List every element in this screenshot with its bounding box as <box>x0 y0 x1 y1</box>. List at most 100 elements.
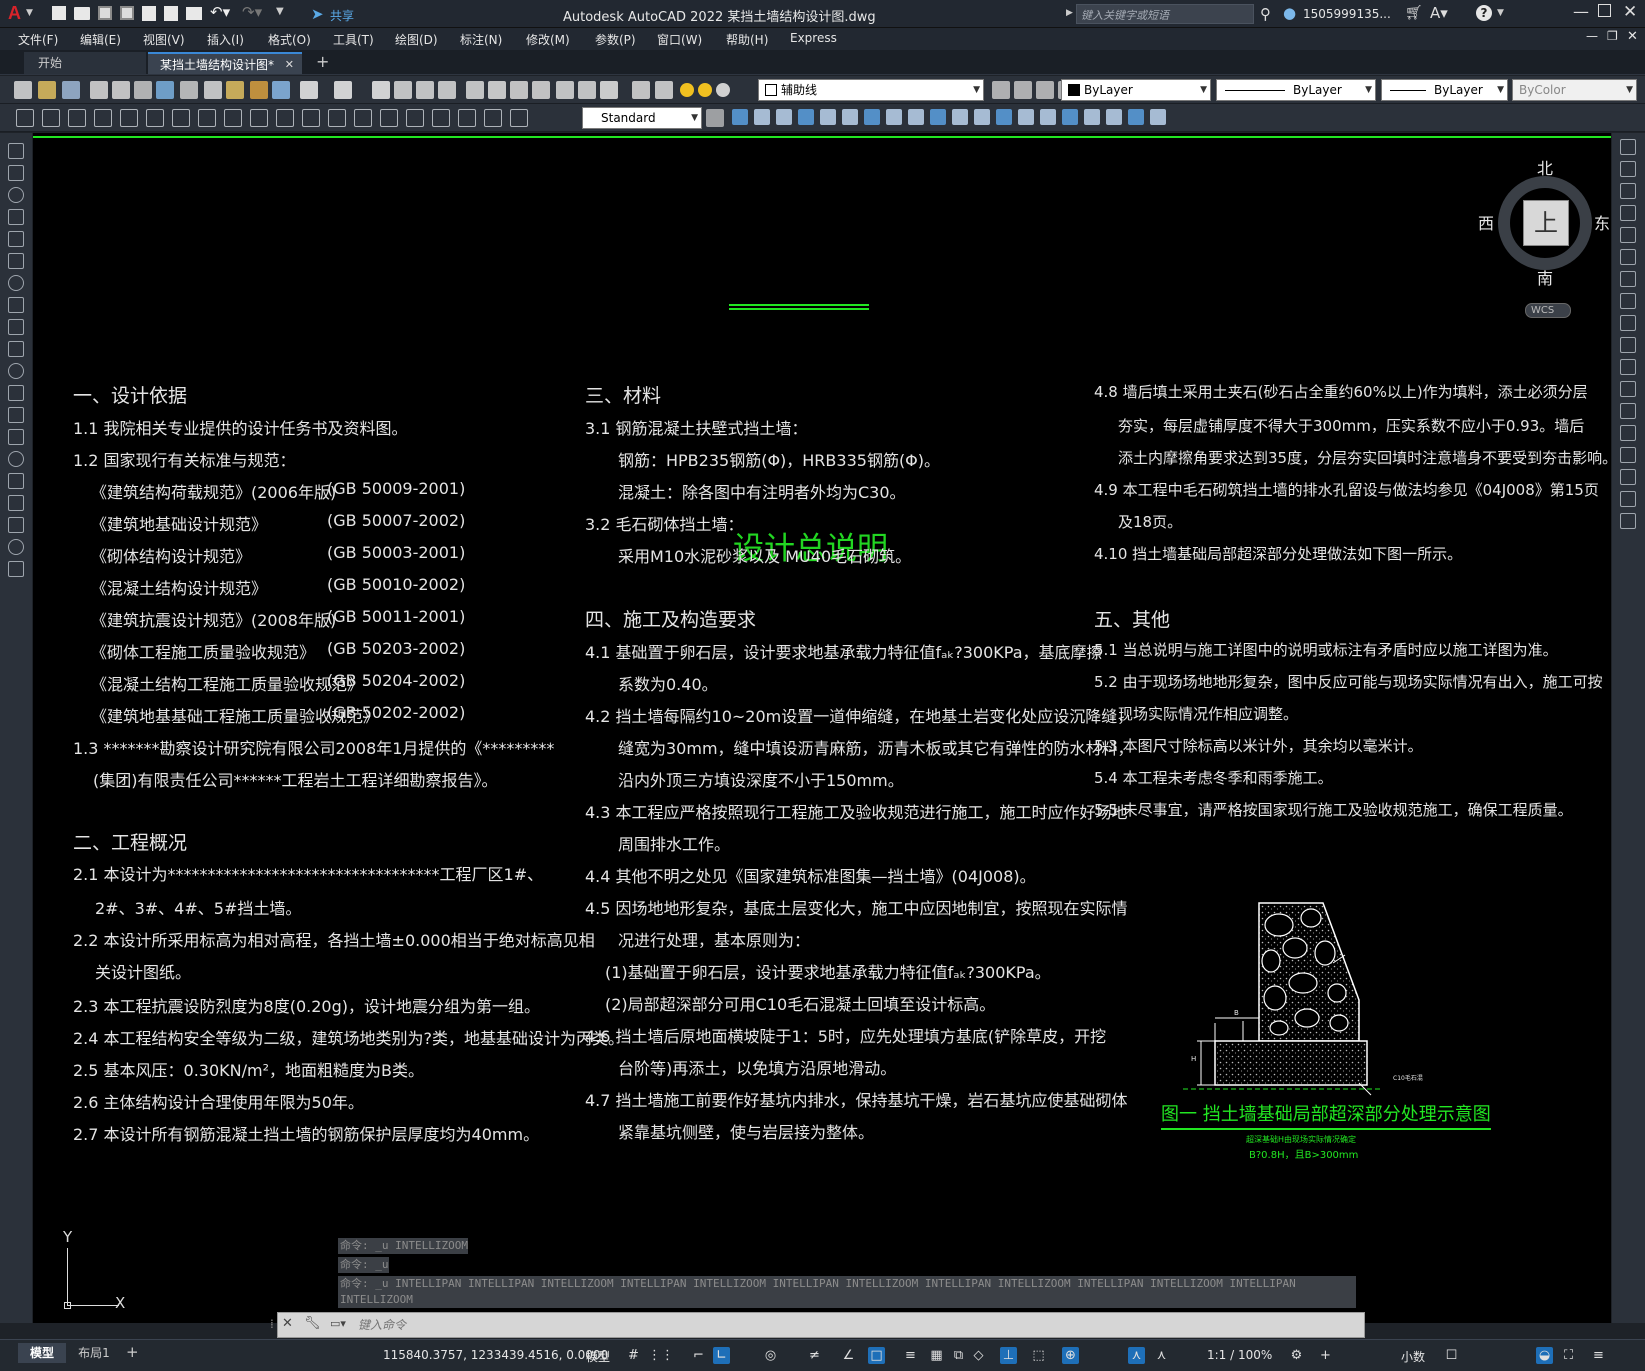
gizmo-icon[interactable]: ⊕ <box>1062 1347 1079 1364</box>
layer-properties-icon[interactable] <box>632 81 650 99</box>
loft-icon[interactable] <box>952 109 968 125</box>
move-icon[interactable] <box>1620 249 1636 265</box>
lineweight-icon[interactable]: ≡ <box>902 1347 919 1364</box>
presspull-icon[interactable] <box>974 109 990 125</box>
menu-help[interactable]: 帮助(H) <box>726 31 768 48</box>
array-icon[interactable] <box>1620 227 1636 243</box>
union-icon[interactable] <box>996 109 1012 125</box>
color-dropdown[interactable]: ByLayer ▼ <box>1061 79 1211 101</box>
viewcube-east[interactable]: 东 <box>1594 210 1610 234</box>
3d-cone-icon[interactable] <box>798 109 814 125</box>
infer-icon[interactable]: ⌐ <box>690 1347 707 1364</box>
intersect-icon[interactable] <box>1040 109 1056 125</box>
viewcube[interactable]: 上 北 南 东 西 WCS <box>1463 148 1610 318</box>
extend-icon[interactable] <box>1620 359 1636 375</box>
workspace-icon[interactable]: ⚙ <box>1288 1347 1305 1364</box>
design-center-icon[interactable] <box>488 81 506 99</box>
ortho-icon[interactable]: ∟ <box>713 1347 730 1364</box>
blend-curves-icon[interactable] <box>1620 491 1636 507</box>
inspection-icon[interactable] <box>406 109 424 127</box>
dim-ordinate-icon[interactable] <box>94 109 112 127</box>
open-file-icon[interactable] <box>74 7 90 20</box>
extrude-icon[interactable] <box>886 109 902 125</box>
block-editor-icon[interactable] <box>272 81 290 99</box>
chamfer-icon[interactable] <box>1620 447 1636 463</box>
tab-start[interactable]: 开始 <box>24 52 146 74</box>
polyline-icon[interactable] <box>8 187 24 203</box>
autodesk-app-icon[interactable]: A▾ <box>1430 4 1448 22</box>
add-selected-icon[interactable] <box>8 561 24 577</box>
paste-icon[interactable] <box>226 81 244 99</box>
model-space-toggle[interactable]: 模型 <box>586 1348 610 1365</box>
doc-restore-icon[interactable]: ❐ <box>1607 29 1618 43</box>
open-icon[interactable] <box>38 81 56 99</box>
selection-filter-icon[interactable]: ⬚ <box>1030 1347 1047 1364</box>
qnew-icon[interactable] <box>14 81 32 99</box>
quick-dim-icon[interactable] <box>224 109 242 127</box>
insert-block-icon[interactable] <box>8 385 24 401</box>
zoom-window-icon[interactable] <box>416 81 434 99</box>
dynamic-ucs-icon[interactable]: ⊥ <box>1000 1347 1017 1364</box>
plot-preview-icon[interactable] <box>112 81 130 99</box>
tab-close-icon[interactable]: ✕ <box>285 54 294 76</box>
customize-icon[interactable]: ≡ <box>1590 1347 1607 1364</box>
command-close-icon[interactable]: ✕ <box>282 1316 293 1331</box>
flatshot-icon[interactable] <box>1106 109 1122 125</box>
gradient-icon[interactable] <box>8 473 24 489</box>
dim-arc-icon[interactable] <box>68 109 86 127</box>
menu-tools[interactable]: 工具(T) <box>333 31 374 48</box>
menu-format[interactable]: 格式(O) <box>268 31 311 48</box>
dim-text-edit-icon[interactable] <box>484 109 502 127</box>
viewcube-south[interactable]: 南 <box>1537 265 1553 289</box>
wcs-menu[interactable]: WCS <box>1525 303 1571 318</box>
layer-freeze-icon[interactable] <box>698 83 712 97</box>
tab-layout1[interactable]: 布局1 <box>70 1343 118 1363</box>
units-dropdown[interactable]: 小数 <box>1401 1348 1425 1365</box>
annotation-visibility-icon[interactable]: ⋏ <box>1128 1347 1145 1364</box>
plot-icon[interactable] <box>90 81 108 99</box>
menu-dimension[interactable]: 标注(N) <box>460 31 502 48</box>
isodraft-icon[interactable]: ≠ <box>806 1347 823 1364</box>
plus-icon[interactable]: + <box>1317 1347 1334 1364</box>
rotate-icon[interactable] <box>1620 271 1636 287</box>
clean-screen-icon[interactable]: ⛶ <box>1560 1347 1577 1364</box>
rectangle-icon[interactable] <box>8 231 24 247</box>
section-plane-icon[interactable] <box>1084 109 1100 125</box>
explode-icon[interactable] <box>1620 513 1636 529</box>
markup-icon[interactable] <box>556 81 574 99</box>
dim-update-icon[interactable] <box>510 109 528 127</box>
plot-icon[interactable] <box>186 7 202 20</box>
viewcube-west[interactable]: 西 <box>1478 210 1494 234</box>
share-button[interactable]: 共享 <box>330 7 354 24</box>
dim-radius-icon[interactable] <box>120 109 138 127</box>
offset-icon[interactable] <box>1620 205 1636 221</box>
point-icon[interactable] <box>8 429 24 445</box>
share-icon[interactable]: ➤ <box>311 5 324 23</box>
menu-express[interactable]: Express <box>790 31 837 45</box>
region-icon[interactable] <box>8 495 24 511</box>
tolerance-icon[interactable] <box>354 109 372 127</box>
construction-line-icon[interactable] <box>8 165 24 181</box>
user-account[interactable]: 1505999135... <box>1303 7 1391 21</box>
object-snap-icon[interactable]: □ <box>868 1347 885 1364</box>
viewcube-north[interactable]: 北 <box>1537 155 1553 179</box>
text-style-dropdown[interactable]: Standard ▼ <box>582 107 702 129</box>
dim-diameter-icon[interactable] <box>172 109 190 127</box>
match-properties-icon[interactable] <box>250 81 268 99</box>
maximize-icon[interactable] <box>1598 4 1611 17</box>
3d-box-icon[interactable] <box>732 109 748 125</box>
revision-cloud-icon[interactable] <box>8 297 24 313</box>
layer-on-icon[interactable] <box>680 83 694 97</box>
3d-print-icon[interactable] <box>156 81 174 99</box>
help-arrow-icon[interactable]: ▼ <box>1497 8 1504 18</box>
plotstyle-dropdown[interactable]: ByColor ▼ <box>1512 79 1637 101</box>
line-icon[interactable] <box>8 143 24 159</box>
hatch-icon[interactable] <box>8 451 24 467</box>
object-snap-tracking-icon[interactable]: ∠ <box>840 1347 857 1364</box>
scale-icon[interactable] <box>1620 293 1636 309</box>
dim-aligned-icon[interactable] <box>42 109 60 127</box>
center-mark-icon[interactable] <box>380 109 398 127</box>
hardware-accel-icon[interactable]: ◒ <box>1536 1347 1553 1364</box>
linetype-dropdown[interactable]: ByLayer ▼ <box>1216 79 1376 101</box>
layer-match-icon[interactable] <box>1036 81 1054 99</box>
